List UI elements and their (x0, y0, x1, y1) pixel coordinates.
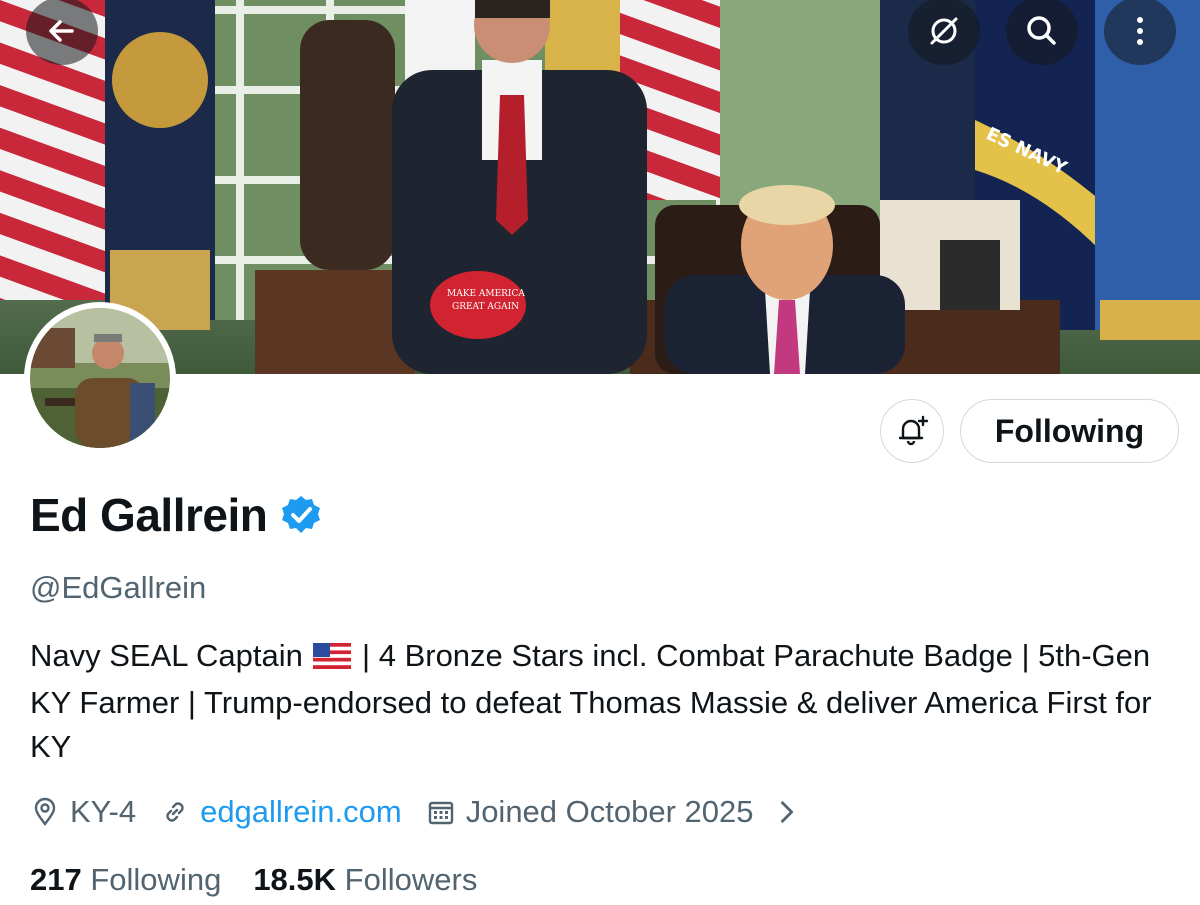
back-button[interactable] (26, 0, 98, 65)
website[interactable]: edgallrein.com (160, 794, 402, 830)
search-icon (1027, 16, 1056, 45)
svg-text:MAKE AMERICA: MAKE AMERICA (447, 289, 525, 299)
display-name: Ed Gallrein (30, 489, 268, 541)
verified-badge-icon[interactable] (279, 493, 323, 537)
following-stat[interactable]: 217 Following (30, 862, 221, 898)
following-count: 217 (30, 862, 82, 897)
bio-text-start: Navy SEAL Captain (30, 638, 312, 673)
website-link[interactable]: edgallrein.com (200, 794, 402, 830)
following-button[interactable]: Following (960, 399, 1179, 463)
location: KY-4 (30, 794, 136, 830)
us-flag-icon (313, 637, 352, 681)
grok-button[interactable] (908, 0, 980, 65)
profile-banner[interactable]: ES NAVY MAKE AMERICA GREAT AGAIN (0, 0, 1200, 374)
profile-meta: KY-4 edgallrein.com Joined October 2025 (30, 794, 836, 830)
arrow-left-icon (49, 20, 74, 42)
bell-plus-icon (898, 415, 929, 446)
more-button[interactable] (1104, 0, 1176, 65)
link-icon (166, 802, 184, 822)
more-vertical-icon (1137, 17, 1143, 45)
follow-stats: 217 Following 18.5K Followers (30, 862, 509, 898)
avatar[interactable] (24, 302, 176, 454)
join-date: Joined October 2025 (426, 794, 812, 830)
followers-count: 18.5K (253, 862, 337, 897)
notifications-button[interactable] (880, 399, 944, 463)
user-handle: @EdGallrein (30, 570, 207, 605)
avatar-image (30, 308, 170, 448)
bio: Navy SEAL Captain | 4 Bronze Stars incl.… (30, 634, 1180, 769)
followers-label: Followers (344, 862, 478, 897)
search-button[interactable] (1006, 0, 1078, 65)
name-row: Ed Gallrein (30, 488, 323, 542)
join-date-text: Joined October 2025 (465, 794, 754, 829)
chevron-right-icon[interactable] (772, 797, 802, 827)
location-text: KY-4 (70, 794, 137, 829)
followers-stat[interactable]: 18.5K Followers (253, 862, 477, 898)
svg-text:GREAT AGAIN: GREAT AGAIN (452, 302, 519, 312)
grok-icon (930, 17, 958, 45)
following-label: Following (90, 862, 222, 897)
calendar-icon (428, 801, 453, 825)
location-pin-icon (34, 797, 56, 827)
